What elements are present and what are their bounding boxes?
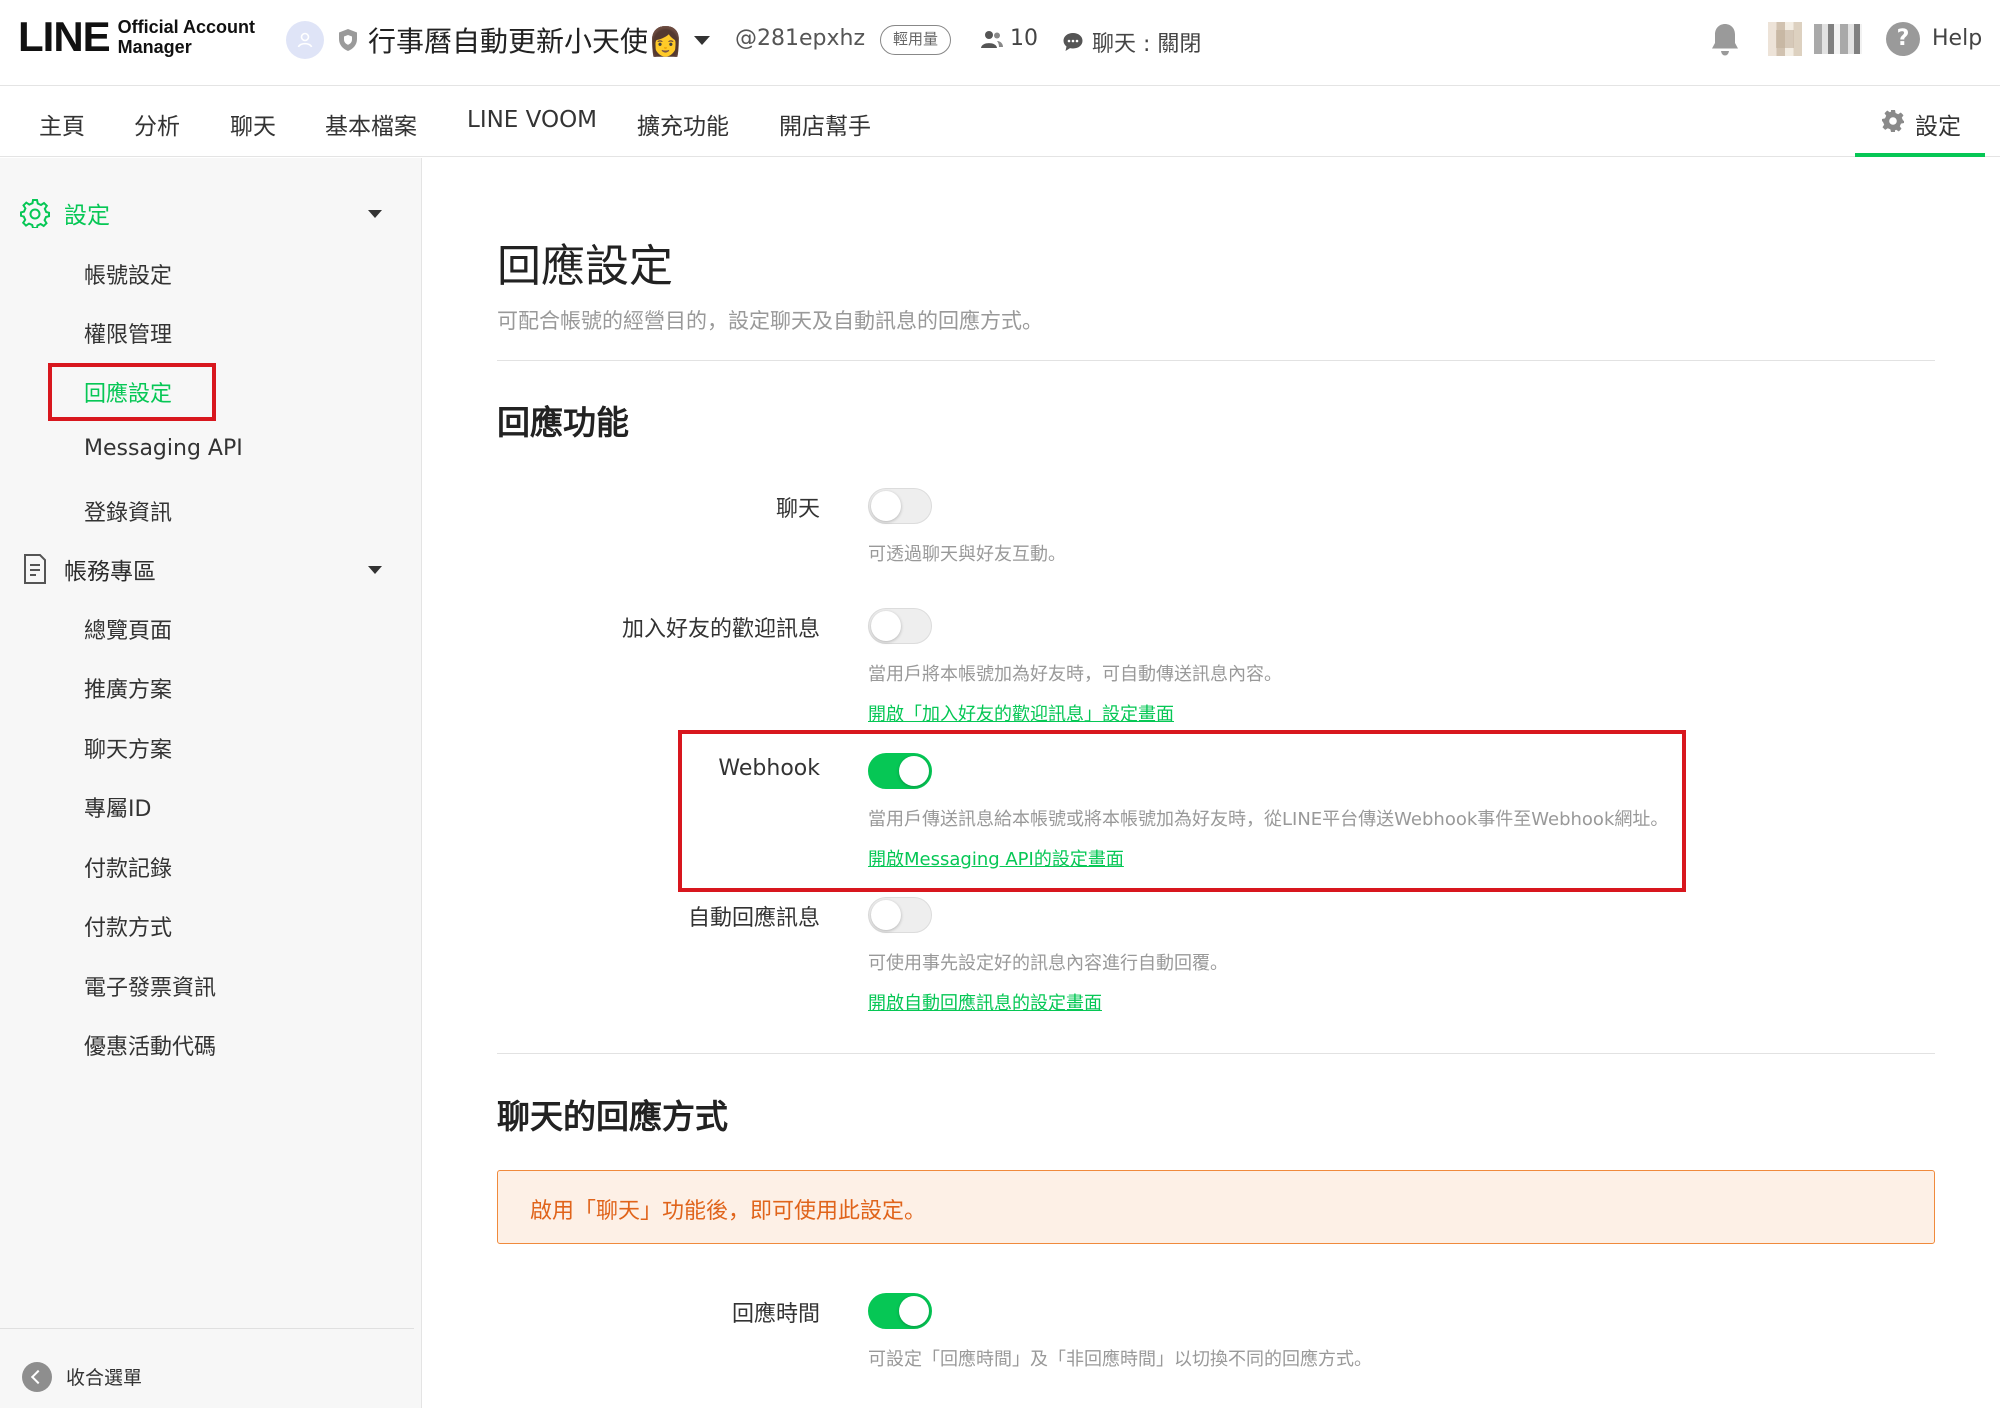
auto-response-toggle[interactable] [868,897,932,933]
friends-count: 10 [980,26,1038,51]
main-nav: 主頁 分析 聊天 基本檔案 LINE VOOM 擴充功能 開店幫手 設定 [0,87,2000,157]
sidebar-section-settings[interactable]: 設定 [20,196,110,230]
sidebar-item-chat-plan[interactable]: 聊天方案 [84,732,172,764]
tab-chat[interactable]: 聊天 [230,107,276,141]
account-name[interactable]: 行事曆自動更新小天使👩 [368,20,683,60]
people-icon [981,30,1003,48]
user-icon [297,32,313,48]
collapse-menu-icon[interactable] [22,1362,52,1392]
gear-icon [20,199,50,228]
section-title-response: 回應功能 [497,403,629,442]
sidebar-item-promotion-plan[interactable]: 推廣方案 [84,672,172,704]
plan-badge: 輕用量 [880,25,952,55]
tab-shop-helper[interactable]: 開店幫手 [779,107,871,141]
sidebar-item-payment-method[interactable]: 付款方式 [84,910,172,942]
sidebar-item-account-settings[interactable]: 帳號設定 [84,258,172,290]
section-title-chat-mode: 聊天的回應方式 [497,1097,728,1136]
greeting-toggle-desc: 當用戶將本帳號加為好友時，可自動傳送訊息內容。 [868,664,1282,685]
page-title: 回應設定 [497,241,673,292]
collapse-menu-button[interactable]: 收合選單 [66,1363,142,1390]
sidebar-item-permissions[interactable]: 權限管理 [84,317,172,349]
chevron-down-icon[interactable] [368,566,382,574]
section-divider [497,1053,1935,1054]
account-avatar[interactable] [286,21,324,59]
chat-toggle-desc: 可透過聊天與好友互動。 [868,544,1066,565]
webhook-toggle-label: Webhook [718,756,820,781]
sidebar-item-payment-history[interactable]: 付款記錄 [84,851,172,883]
logo-line-text: LINE [18,13,111,60]
line-oam-logo[interactable]: LINE Official Account Manager [18,16,255,58]
bell-icon[interactable] [1710,22,1740,58]
page-description: 可配合帳號的經營目的，設定聊天及自動訊息的回應方式。 [497,309,1043,333]
gear-icon [1882,110,1904,132]
sidebar-item-messaging-api[interactable]: Messaging API [84,436,243,461]
chevron-down-icon[interactable] [368,210,382,218]
sidebar-item-promo-code[interactable]: 優惠活動代碼 [84,1029,216,1061]
help-icon[interactable]: ? [1886,22,1920,56]
tab-analytics[interactable]: 分析 [134,107,180,141]
messaging-api-settings-link[interactable]: 開啟Messaging API的設定畫面 [868,845,1124,871]
greeting-toggle-label: 加入好友的歡迎訊息 [621,617,820,642]
section-divider [497,360,1935,361]
tab-profile[interactable]: 基本檔案 [325,107,417,141]
account-id: @281epxhz [735,26,866,51]
auto-response-toggle-label: 自動回應訊息 [687,906,820,931]
chat-toggle[interactable] [868,488,932,524]
info-notice: 啟用「聊天」功能後，即可使用此設定。 [497,1170,1935,1244]
annotation-highlight-box [48,363,216,421]
profile-avatar-icon[interactable] [1768,22,1802,56]
sidebar-section-billing[interactable]: 帳務專區 [20,552,156,586]
sidebar: 設定 帳號設定 權限管理 回應設定 Messaging API 登錄資訊 帳務專… [0,158,422,1408]
auto-response-toggle-desc: 可使用事先設定好的訊息內容進行自動回覆。 [868,953,1228,974]
chat-status[interactable]: 聊天 : 關閉 [1062,26,1201,58]
shield-icon [339,29,357,51]
tab-line-voom[interactable]: LINE VOOM [467,107,597,133]
sidebar-item-e-invoice[interactable]: 電子發票資訊 [84,970,216,1002]
receipt-icon [24,554,46,584]
auto-response-settings-link[interactable]: 開啟自動回應訊息的設定畫面 [868,989,1102,1015]
greeting-message-toggle[interactable] [868,608,932,644]
sidebar-item-overview[interactable]: 總覽頁面 [84,613,172,645]
response-time-toggle-label: 回應時間 [731,1302,820,1327]
tab-settings[interactable]: 設定 [1855,87,1985,157]
tab-settings-label: 設定 [1915,114,1961,140]
tab-extensions[interactable]: 擴充功能 [637,107,729,141]
greeting-settings-link[interactable]: 開啟「加入好友的歡迎訊息」設定畫面 [868,700,1174,726]
sidebar-item-premium-id[interactable]: 專屬ID [84,791,151,823]
chat-bubble-icon [1063,33,1083,51]
help-link[interactable]: Help [1932,26,1982,51]
chat-toggle-label: 聊天 [775,497,820,522]
chevron-down-icon[interactable] [694,36,710,45]
response-time-toggle[interactable] [868,1293,932,1329]
profile-name-blurred[interactable] [1814,24,1862,54]
sidebar-item-registration-info[interactable]: 登錄資訊 [84,495,172,527]
webhook-toggle[interactable] [868,753,932,789]
sidebar-divider [0,1328,414,1329]
notice-text: 啟用「聊天」功能後，即可使用此設定。 [530,1199,927,1224]
tab-home[interactable]: 主頁 [39,107,85,141]
response-time-toggle-desc: 可設定「回應時間」及「非回應時間」以切換不同的回應方式。 [868,1349,1372,1370]
logo-subtitle: Official Account Manager [117,17,256,57]
webhook-toggle-desc: 當用戶傳送訊息給本帳號或將本帳號加為好友時，從LINE平台傳送Webhook事件… [868,809,1669,830]
top-header: LINE Official Account Manager 行事曆自動更新小天使… [0,0,2000,86]
